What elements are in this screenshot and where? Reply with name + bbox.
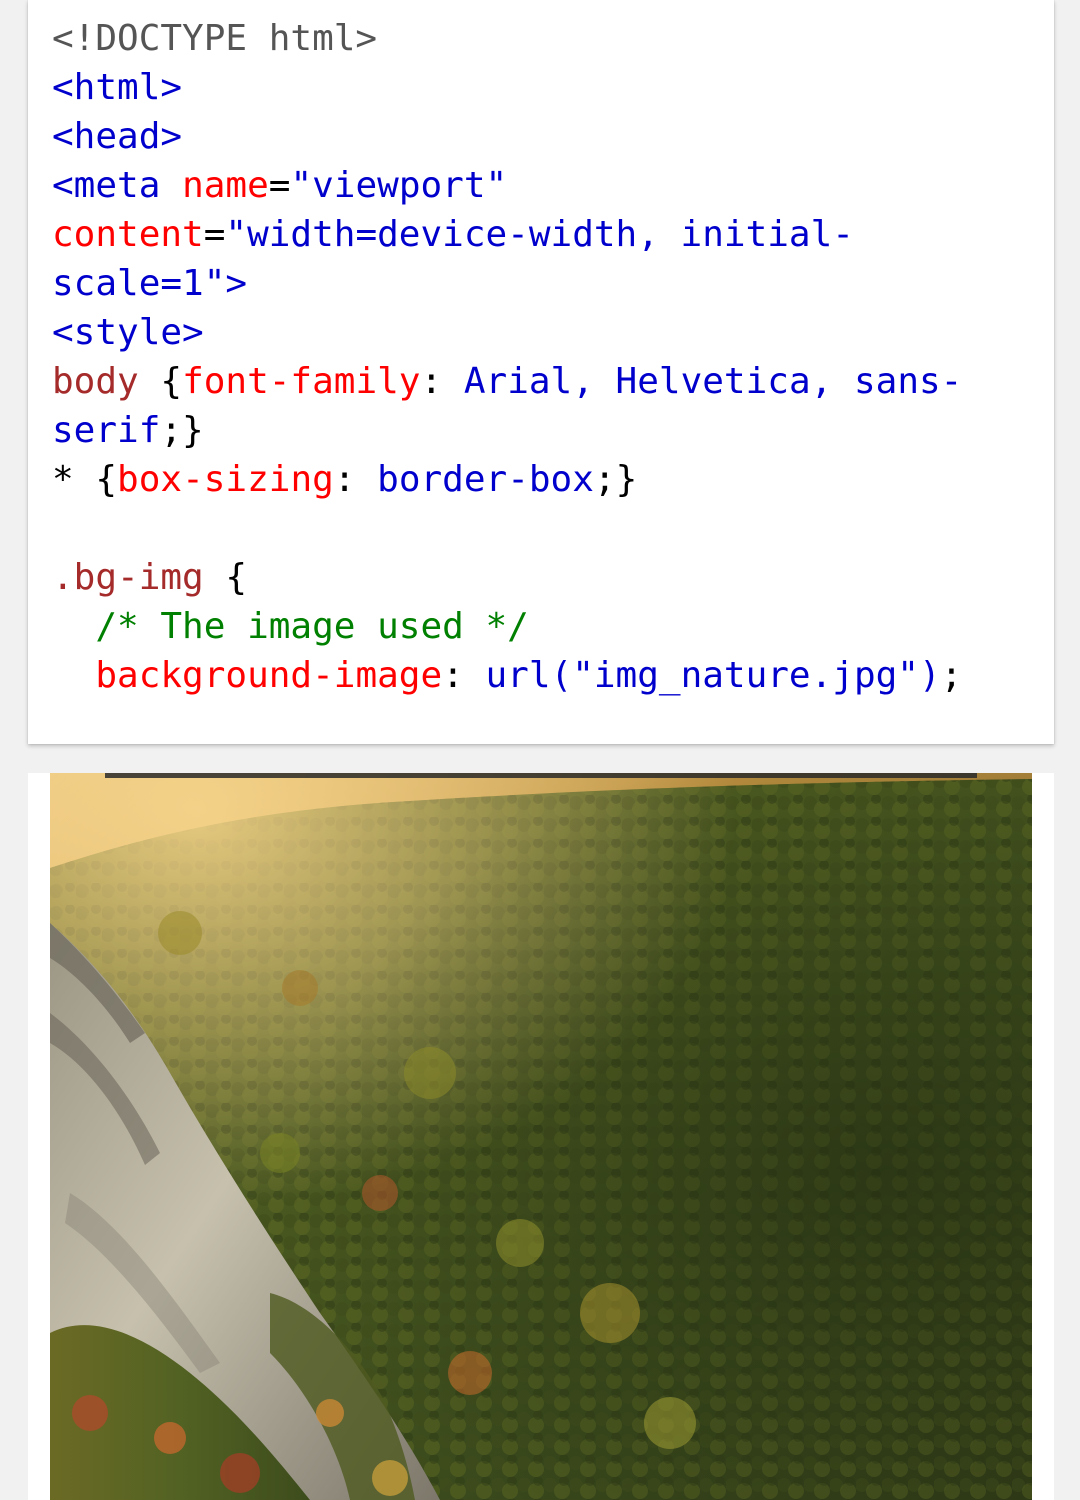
code-block: <!DOCTYPE html> <html> <head> <meta name="v…	[52, 14, 962, 700]
code-token: <style>	[52, 312, 204, 353]
code-token: :	[420, 361, 464, 402]
code-token: {	[95, 459, 118, 500]
code-token: ;}	[593, 459, 638, 500]
code-token: ;	[940, 655, 963, 696]
code-token: serif	[52, 410, 161, 451]
code-example-card: <!DOCTYPE html> <html> <head> <meta name="v…	[28, 0, 1054, 744]
code-line: <head>	[52, 112, 962, 161]
nature-photo	[50, 773, 1032, 1500]
code-token: box-sizing	[117, 459, 334, 500]
code-line: * {box-sizing: border-box;}	[52, 455, 962, 504]
code-line: /* The image used */	[52, 602, 962, 651]
code-token: background-image	[95, 655, 443, 696]
code-line: <meta name="viewport"	[52, 161, 962, 210]
code-line: .bg-img {	[52, 553, 962, 602]
code-token: {	[203, 557, 248, 598]
code-token: Arial, Helvetica, sans-	[463, 361, 963, 402]
code-token: ;}	[160, 410, 204, 451]
code-line: serif;}	[52, 406, 962, 455]
code-token: =	[268, 165, 291, 206]
result-image-card	[28, 773, 1054, 1500]
code-token: {	[138, 361, 183, 402]
code-token: :	[442, 655, 486, 696]
code-token: /* The image used */	[95, 606, 529, 647]
code-token: :	[333, 459, 378, 500]
code-token: content	[52, 214, 204, 255]
code-token: border-box	[377, 459, 594, 500]
mountain-forest-image	[50, 773, 1032, 1500]
code-line: body {font-family: Arial, Helvetica, san…	[52, 357, 962, 406]
code-token: <!DOCTYPE html>	[52, 18, 378, 59]
code-token: <html>	[52, 67, 183, 108]
code-token: <meta	[52, 165, 161, 206]
code-line: <style>	[52, 308, 962, 357]
code-token: >	[225, 263, 248, 304]
code-token: scale=1"	[52, 263, 226, 304]
image-top-edge	[105, 773, 977, 778]
code-token: .bg-img	[52, 557, 204, 598]
code-token: *	[52, 459, 96, 500]
code-token: =	[203, 214, 226, 255]
code-token: url("img_nature.jpg")	[485, 655, 941, 696]
code-token: font-family	[182, 361, 421, 402]
code-token: "width=device-width, initial-	[225, 214, 854, 255]
code-token: name	[182, 165, 269, 206]
code-line: <!DOCTYPE html>	[52, 14, 962, 63]
code-token: "viewport"	[290, 165, 508, 206]
code-token: <head>	[52, 116, 183, 157]
code-line: background-image: url("img_nature.jpg");	[52, 651, 962, 700]
code-token: body	[52, 361, 139, 402]
code-line: content="width=device-width, initial-	[52, 210, 962, 259]
code-line: scale=1">	[52, 259, 962, 308]
code-line: <html>	[52, 63, 962, 112]
